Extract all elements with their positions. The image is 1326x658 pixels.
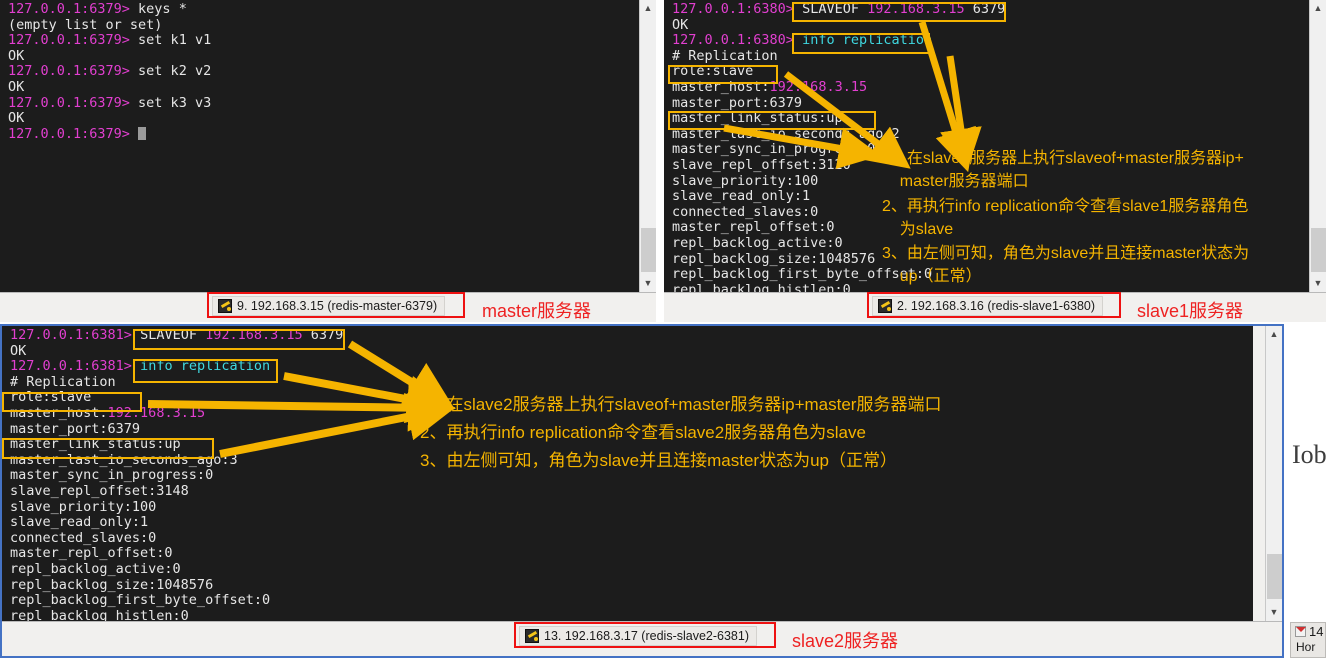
taskbar-item-slave1[interactable]: 2. 192.168.3.16 (redis-slave1-6380) (872, 296, 1104, 316)
slave2-role-label: slave2服务器 (792, 631, 899, 651)
slave2-note-line-3: 3、由左侧可知，角色为slave并且连接master状态为up（正常） (420, 451, 898, 470)
scroll-down-icon[interactable]: ▼ (640, 275, 656, 292)
slave2-window: 127.0.0.1:6381> SLAVEOF 192.168.3.15 637… (0, 324, 1284, 658)
terminal-icon (525, 629, 539, 643)
slave2-note-line-1: 1、在slave2服务器上执行slaveof+master服务器ip+maste… (420, 395, 942, 414)
scroll-up-icon[interactable]: ▲ (1266, 326, 1282, 343)
partial-page-text: Iob (1292, 440, 1326, 469)
slave2-terminal[interactable]: 127.0.0.1:6381> SLAVEOF 192.168.3.15 637… (2, 326, 1253, 621)
scroll-up-icon[interactable]: ▲ (1310, 0, 1326, 17)
master-terminal-lines: 127.0.0.1:6379> keys * (empty list or se… (8, 1, 212, 142)
scroll-up-icon[interactable]: ▲ (640, 0, 656, 17)
slave1-note-line-4: 为slave (882, 221, 954, 238)
slave1-role-label: slave1服务器 (1137, 301, 1244, 321)
scrollbar-thumb[interactable] (1311, 228, 1326, 272)
scrollbar-thumb[interactable] (641, 228, 656, 272)
master-role-label: master服务器 (482, 301, 592, 321)
taskbar-item-slave1-label: 2. 192.168.3.16 (redis-slave1-6380) (897, 299, 1096, 313)
partial-taskbar-window[interactable]: 14 Hor (1290, 622, 1326, 658)
master-terminal[interactable]: 127.0.0.1:6379> keys * (empty list or se… (0, 0, 640, 292)
slave2-scrollbar[interactable]: ▲ ▼ (1265, 326, 1282, 621)
screenshot-root: 127.0.0.1:6379> keys * (empty list or se… (0, 0, 1326, 658)
partial-task-label: Hor (1296, 640, 1316, 654)
slave1-note-line-2: master服务器端口 (882, 173, 1029, 190)
slave1-scrollbar[interactable]: ▲ ▼ (1309, 0, 1326, 292)
master-window: 127.0.0.1:6379> keys * (empty list or se… (0, 0, 656, 322)
slave1-note-line-3: 2、再执行info replication命令查看slave1服务器角色 (882, 198, 1249, 215)
slave1-note-line-5: 3、由左侧可知，角色为slave并且连接master状态为 (882, 245, 1250, 262)
taskbar-item-slave2-label: 13. 192.168.3.17 (redis-slave2-6381) (544, 629, 749, 643)
scrollbar-thumb[interactable] (1267, 554, 1282, 599)
scroll-down-icon[interactable]: ▼ (1310, 275, 1326, 292)
partial-task-number: 14 (1309, 624, 1324, 639)
slave1-note-line-6: up（正常） (882, 268, 982, 285)
taskbar-item-slave2[interactable]: 13. 192.168.3.17 (redis-slave2-6381) (519, 626, 757, 646)
taskbar-item-master-label: 9. 192.168.3.15 (redis-master-6379) (237, 299, 438, 313)
terminal-icon (878, 299, 892, 313)
slave1-window: 127.0.0.1:6380> SLAVEOF 192.168.3.15 637… (664, 0, 1326, 322)
envelope-icon (1295, 626, 1306, 637)
slave1-note-line-1: 1、在slave1服务器上执行slaveof+master服务器ip+ (882, 150, 1244, 167)
scroll-down-icon[interactable]: ▼ (1266, 604, 1282, 621)
slave2-terminal-lines: 127.0.0.1:6381> SLAVEOF 192.168.3.15 637… (10, 327, 344, 621)
terminal-icon (218, 299, 232, 313)
master-scrollbar[interactable]: ▲ ▼ (639, 0, 656, 292)
slave2-note-line-2: 2、再执行info replication命令查看slave2服务器角色为sla… (420, 423, 866, 442)
taskbar-item-master[interactable]: 9. 192.168.3.15 (redis-master-6379) (212, 296, 446, 316)
